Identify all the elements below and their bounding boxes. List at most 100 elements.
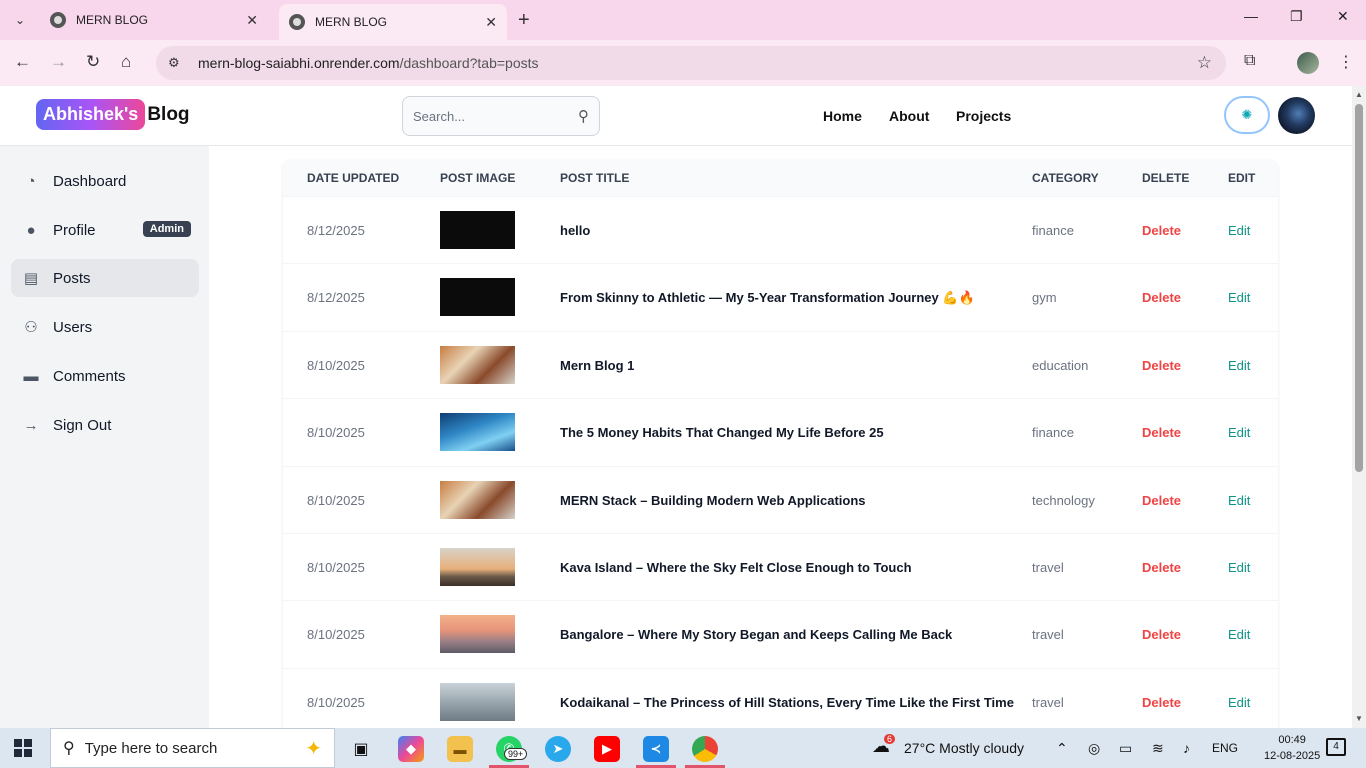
edit-post-link[interactable]: Edit (1228, 290, 1250, 305)
weather-text[interactable]: 27°C Mostly cloudy (904, 740, 1024, 756)
post-thumbnail[interactable] (440, 413, 515, 452)
post-date: 8/10/2025 (307, 560, 365, 575)
edit-post-link[interactable]: Edit (1228, 223, 1250, 238)
home-icon[interactable]: ⌂ (121, 52, 131, 72)
network-status-icon[interactable]: ◎ (1088, 740, 1100, 757)
post-category: finance (1032, 425, 1074, 441)
comment-icon: ▬ (23, 367, 39, 385)
nav-projects-link[interactable]: Projects (956, 108, 1011, 124)
sidebar-item-profile[interactable]: ● Profile Admin (11, 211, 199, 249)
post-title-link[interactable]: MERN Stack – Building Modern Web Applica… (560, 493, 866, 508)
sidebar-item-comments[interactable]: ▬ Comments (11, 357, 199, 395)
delete-post-button[interactable]: Delete (1142, 223, 1181, 238)
table-header: DATE UPDATED POST IMAGE POST TITLE CATEG… (283, 160, 1278, 196)
copilot-sparkle-icon[interactable]: ✦ (305, 736, 322, 761)
sidebar-item-dashboard[interactable]: ◔ Dashboard (11, 162, 199, 200)
language-indicator[interactable]: ENG (1212, 741, 1238, 755)
forward-icon[interactable]: → (50, 52, 67, 72)
battery-icon[interactable]: ▭ (1119, 740, 1132, 757)
browser-tab-active[interactable]: MERN BLOG ✕ (279, 4, 507, 40)
taskbar-clock[interactable]: 00:49 12-08-2025 (1264, 732, 1320, 764)
post-thumbnail[interactable] (440, 345, 515, 384)
post-category: gym (1032, 290, 1057, 306)
tray-expand-icon[interactable]: ⌃ (1056, 740, 1068, 757)
close-tab-icon[interactable]: ✕ (246, 12, 258, 29)
delete-post-button[interactable]: Delete (1142, 695, 1181, 710)
post-title-link[interactable]: Bangalore – Where My Story Began and Kee… (560, 627, 952, 642)
youtube-icon[interactable]: ▶ (594, 736, 620, 762)
post-thumbnail[interactable] (440, 615, 515, 654)
tab-search-chevron-icon[interactable]: ⌄ (8, 8, 32, 32)
edit-post-link[interactable]: Edit (1228, 560, 1250, 575)
post-date: 8/12/2025 (307, 223, 365, 238)
minimize-icon[interactable]: — (1244, 8, 1258, 24)
browser-tab[interactable]: MERN BLOG ✕ (40, 4, 268, 36)
post-title-link[interactable]: The 5 Money Habits That Changed My Life … (560, 425, 884, 440)
post-thumbnail[interactable] (440, 548, 515, 586)
post-title-link[interactable]: Kodaikanal – The Princess of Hill Statio… (560, 695, 1014, 710)
delete-post-button[interactable]: Delete (1142, 627, 1181, 642)
browser-menu-icon[interactable]: ⋮ (1338, 52, 1354, 72)
site-logo[interactable]: Abhishek's Blog (36, 99, 190, 130)
post-title-link[interactable]: hello (560, 223, 590, 238)
post-title-link[interactable]: From Skinny to Athletic — My 5-Year Tran… (560, 290, 975, 306)
edit-post-link[interactable]: Edit (1228, 425, 1250, 440)
post-thumbnail[interactable] (440, 211, 515, 249)
telegram-icon[interactable]: ➤ (545, 736, 571, 762)
close-window-icon[interactable]: ✕ (1337, 8, 1349, 25)
search-icon[interactable]: ⚲ (578, 107, 589, 125)
close-tab-icon[interactable]: ✕ (485, 14, 497, 31)
scroll-up-icon[interactable]: ▲ (1355, 90, 1363, 99)
search-input[interactable]: Search... ⚲ (402, 96, 600, 136)
edit-post-link[interactable]: Edit (1228, 493, 1250, 508)
notification-center-icon[interactable]: 4 (1326, 738, 1346, 756)
post-date: 8/10/2025 (307, 492, 365, 508)
copilot-icon[interactable]: ◆ (398, 736, 424, 762)
bookmark-star-icon[interactable]: ☆ (1197, 53, 1212, 73)
browser-profile-avatar[interactable] (1297, 52, 1319, 74)
reload-icon[interactable]: ↻ (86, 52, 100, 72)
post-thumbnail[interactable] (440, 278, 515, 317)
delete-post-button[interactable]: Delete (1142, 358, 1181, 373)
theme-toggle-button[interactable]: ✺ (1224, 96, 1270, 134)
wifi-icon[interactable]: ≋ (1152, 740, 1164, 757)
taskbar-search-input[interactable]: ⚲ Type here to search ✦ (50, 728, 335, 768)
sidebar-item-sign-out[interactable]: → Sign Out (11, 406, 199, 444)
new-tab-icon[interactable]: + (518, 8, 530, 32)
sidebar-item-users[interactable]: ⚇ Users (11, 308, 199, 346)
delete-post-button[interactable]: Delete (1142, 560, 1181, 575)
user-icon: ● (26, 221, 36, 239)
sidebar-item-posts[interactable]: ▤ Posts (11, 259, 199, 297)
volume-icon[interactable]: ♪ (1183, 740, 1190, 756)
edit-post-link[interactable]: Edit (1228, 358, 1250, 373)
page-scrollbar[interactable]: ▲ ▼ (1352, 86, 1366, 728)
post-thumbnail[interactable] (440, 682, 515, 721)
file-explorer-icon[interactable]: ▬ (447, 736, 473, 762)
restore-icon[interactable]: ❐ (1290, 8, 1303, 25)
post-thumbnail[interactable] (440, 480, 515, 519)
edit-post-link[interactable]: Edit (1228, 695, 1250, 710)
user-avatar[interactable] (1278, 97, 1315, 134)
nav-home-link[interactable]: Home (823, 108, 862, 124)
taskbar-search-placeholder: Type here to search (84, 739, 218, 757)
nav-about-link[interactable]: About (889, 108, 929, 124)
edit-post-link[interactable]: Edit (1228, 627, 1250, 642)
document-icon: ▤ (23, 270, 39, 287)
globe-icon (289, 14, 305, 30)
scroll-down-icon[interactable]: ▼ (1355, 714, 1363, 723)
post-title-link[interactable]: Kava Island – Where the Sky Felt Close E… (560, 560, 912, 575)
scrollbar-thumb[interactable] (1355, 104, 1363, 472)
back-icon[interactable]: ← (14, 52, 31, 72)
url-field[interactable]: ⚙ mern-blog-saiabhi.onrender.com/dashboa… (156, 46, 1226, 80)
delete-post-button[interactable]: Delete (1142, 290, 1181, 305)
delete-post-button[interactable]: Delete (1142, 425, 1181, 440)
delete-post-button[interactable]: Delete (1142, 493, 1181, 508)
clock-date: 12-08-2025 (1264, 750, 1321, 762)
site-info-icon[interactable]: ⚙ (168, 55, 186, 71)
chrome-icon[interactable] (692, 736, 718, 762)
extensions-icon[interactable]: ⧉ (1244, 52, 1255, 70)
task-view-icon[interactable]: ▣ (348, 736, 374, 762)
vscode-icon[interactable]: ≺ (643, 736, 669, 762)
post-title-link[interactable]: Mern Blog 1 (560, 358, 634, 373)
windows-start-icon[interactable] (14, 739, 32, 757)
